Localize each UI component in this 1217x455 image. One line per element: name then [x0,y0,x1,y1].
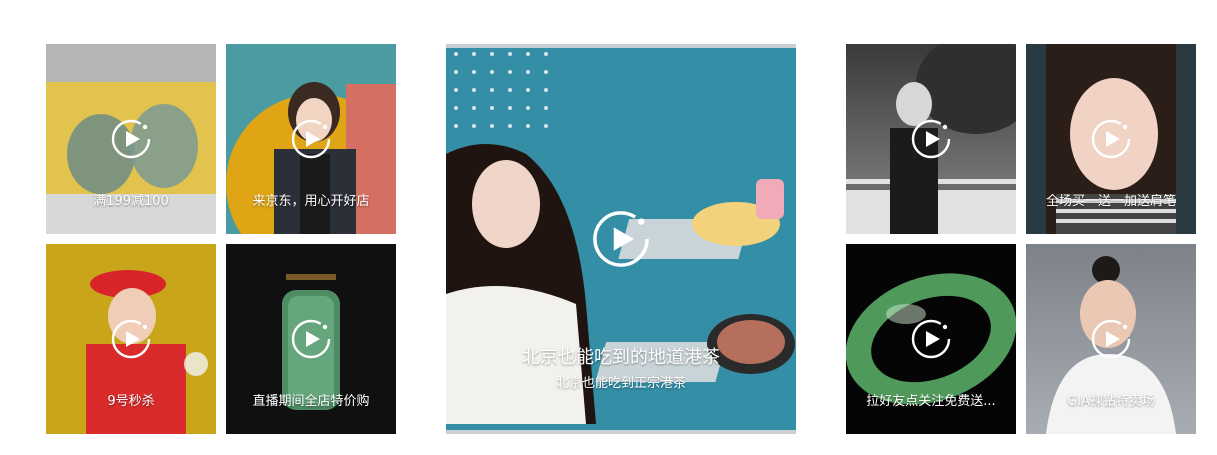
video-tile-feature[interactable]: 北京也能吃到的地道港茶 北京也能吃到正宗港茶 [446,44,796,434]
video-tile-right-3[interactable]: 拉好友点关注免费送... [846,244,1016,434]
play-circle-icon[interactable] [911,119,951,159]
video-tile-left-4[interactable]: 直播期间全店特价购 [226,244,396,434]
play-circle-icon[interactable] [291,319,331,359]
feature-title: 北京也能吃到的地道港茶 [522,347,720,368]
video-tile-right-4[interactable]: GIA裸钻特卖场 [1026,244,1196,434]
play-circle-icon[interactable] [1091,119,1131,159]
video-tile-left-2[interactable]: 来京东，用心开好店 [226,44,396,234]
video-tile-left-3[interactable]: 9号秒杀 [46,244,216,434]
video-tile-right-2[interactable]: 全场买一送一加送肩笔 [1026,44,1196,234]
video-tile-right-1[interactable] [846,44,1016,234]
feature-subtitle: 北京也能吃到正宗港茶 [555,376,686,391]
video-tile-left-1[interactable]: 满199减100 [46,44,216,234]
tile-caption: 全场买一送一加送肩笔 [1045,194,1176,209]
tile-caption: GIA裸钻特卖场 [1067,394,1155,409]
play-circle-icon[interactable] [111,119,151,159]
tile-caption: 来京东，用心开好店 [252,194,370,209]
tile-caption: 满199减100 [93,194,169,209]
play-circle-icon[interactable] [911,319,951,359]
tile-caption: 9号秒杀 [107,394,155,409]
play-circle-icon[interactable] [111,319,151,359]
play-circle-icon[interactable] [592,210,650,268]
tile-caption: 拉好友点关注免费送... [866,394,996,409]
play-circle-icon[interactable] [291,119,331,159]
tile-caption: 直播期间全店特价购 [252,394,370,409]
play-circle-icon[interactable] [1091,319,1131,359]
